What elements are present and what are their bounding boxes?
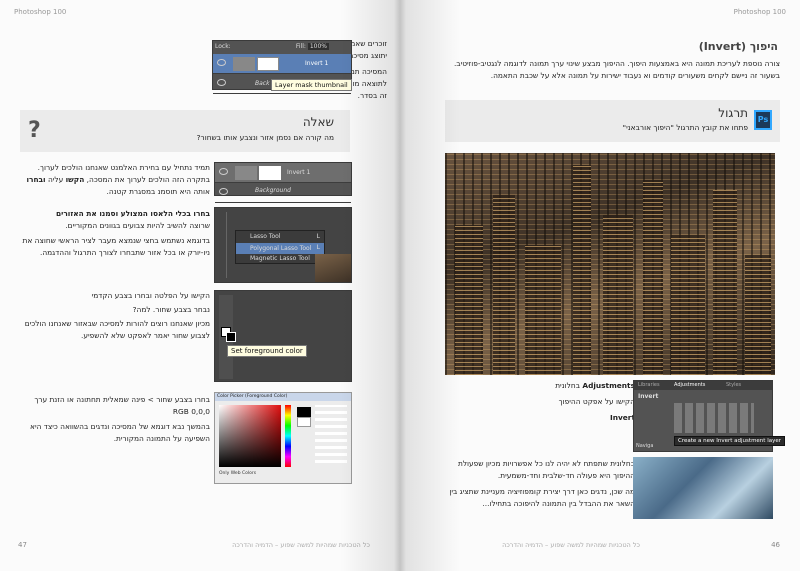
question-title: שאלה xyxy=(302,115,334,129)
exercise-box: Ps תרגול פתחו את קובץ התרגול "היפוך אורב… xyxy=(445,100,780,142)
left-footer: כל הטכניות שמהיות למשה שפוע – הדמיה והדר… xyxy=(232,541,370,549)
eye-icon[interactable] xyxy=(219,168,228,175)
layer-row-invert[interactable]: Invert 1 xyxy=(213,54,351,74)
eye-icon[interactable] xyxy=(219,188,228,195)
color-picker-dialog: Color Picker (Foreground Color) Only Web… xyxy=(214,392,352,484)
layers-panel-2: Invert 1 Background xyxy=(214,162,352,203)
left-page: Photoshop 100 זוכרים שאמרנו שכבל פעם שני… xyxy=(0,0,400,571)
adjustments-instructions: Adjustments בחלונית הקישו על אפקט ההיפוך… xyxy=(555,381,635,422)
adjustment-icons-grid[interactable] xyxy=(674,403,754,433)
photoshop-file-icon: Ps xyxy=(754,110,772,130)
exercise-text: פתחו את קובץ התרגול "היפוך אורבאני" xyxy=(622,123,748,132)
adjustment-thumbnail[interactable] xyxy=(233,57,255,71)
layer-mask-thumbnail[interactable] xyxy=(257,57,279,71)
lasso-tool-panel: Lasso Tool Polygonal Lasso Tool Magnetic… xyxy=(214,207,352,283)
layer-mask-tooltip: Layer mask thumbnail xyxy=(271,79,352,91)
adjustment-thumbnail[interactable] xyxy=(235,166,257,180)
step3-text: הקישו על הפלטה ובחרו בצבע הקדמי נבחר בצב… xyxy=(24,291,210,340)
lasso-tool-item[interactable]: Lasso Tool xyxy=(250,233,281,240)
step1-text: תמיד נתחיל עם בחירת האלמנט שאנחנו הולכים… xyxy=(26,163,210,196)
book-header-right: Photoshop 100 xyxy=(733,8,786,16)
panel-tabs: Libraries Adjustments Styles xyxy=(634,381,772,390)
new-color-swatch xyxy=(297,407,311,417)
eye-icon[interactable] xyxy=(217,79,226,86)
lasso-flyout-menu: Lasso Tool Polygonal Lasso Tool Magnetic… xyxy=(235,230,325,264)
city-photo xyxy=(445,153,775,375)
city-preview-image xyxy=(315,254,351,282)
invert-tooltip: Create a new Invert adjustment layer xyxy=(674,436,785,446)
layer-row-background[interactable]: Background xyxy=(215,183,351,203)
layers-panel-1: Lock: Fill: 100% Invert 1 Back Layer mas… xyxy=(212,40,352,94)
inverted-photo xyxy=(633,457,773,519)
step2-text: בחרו בכלי הלאסו המצולע וסמנו את האזורים … xyxy=(22,209,210,257)
question-mark-icon: ? xyxy=(28,118,41,143)
adjustments-panel: Libraries Adjustments Styles Invert Crea… xyxy=(633,380,785,452)
tab-libraries[interactable]: Libraries xyxy=(638,382,660,388)
exercise-title: תרגול xyxy=(718,106,748,120)
layer-mask-thumbnail[interactable] xyxy=(259,166,281,180)
question-box: ? שאלה מה קורה אם נסמן אזור ונצבע אותו ב… xyxy=(20,110,350,152)
question-text: מה קורה אם נסמן אזור ונצבע אותו בשחור? xyxy=(196,133,334,142)
step4-text: בחרו בצבע שחור > פינה שמאלית תחתונה או ה… xyxy=(30,395,210,443)
tab-styles[interactable]: Styles xyxy=(726,382,741,388)
section-title: היפוך (Invert) xyxy=(698,40,778,53)
tab-adjustments[interactable]: Adjustments xyxy=(674,382,705,388)
color-field[interactable] xyxy=(219,405,281,467)
left-page-number: 47 xyxy=(18,541,27,549)
right-footer: כל הטכניות שמהיות למשה שפוע – הדמיה והדר… xyxy=(502,541,640,549)
book-header-left: Photoshop 100 xyxy=(14,8,67,16)
right-page: Photoshop 100 היפוך (Invert) צורה נוספת … xyxy=(400,0,800,571)
background-swatch[interactable] xyxy=(226,332,236,342)
polygonal-lasso-tool-item[interactable]: Polygonal Lasso Tool xyxy=(236,243,324,254)
foreground-color-panel: Set foreground color xyxy=(214,290,352,382)
result-text: בחלונית שתפתח לא יהיה לנו כל אפשרויות מכ… xyxy=(449,459,635,508)
eye-icon[interactable] xyxy=(217,59,226,66)
layer-row-invert[interactable]: Invert 1 xyxy=(215,163,351,183)
section-intro: צורה נוספת לעריכת תמונה היא באמצעות היפו… xyxy=(453,59,780,80)
magnetic-lasso-tool-item[interactable]: Magnetic Lasso Tool xyxy=(250,255,310,262)
hue-slider[interactable] xyxy=(285,405,291,467)
right-page-number: 46 xyxy=(771,541,780,549)
current-color-swatch xyxy=(297,417,311,427)
toolbar-strip xyxy=(219,212,227,278)
foreground-tooltip: Set foreground color xyxy=(227,345,307,357)
color-value-fields[interactable] xyxy=(315,405,347,467)
